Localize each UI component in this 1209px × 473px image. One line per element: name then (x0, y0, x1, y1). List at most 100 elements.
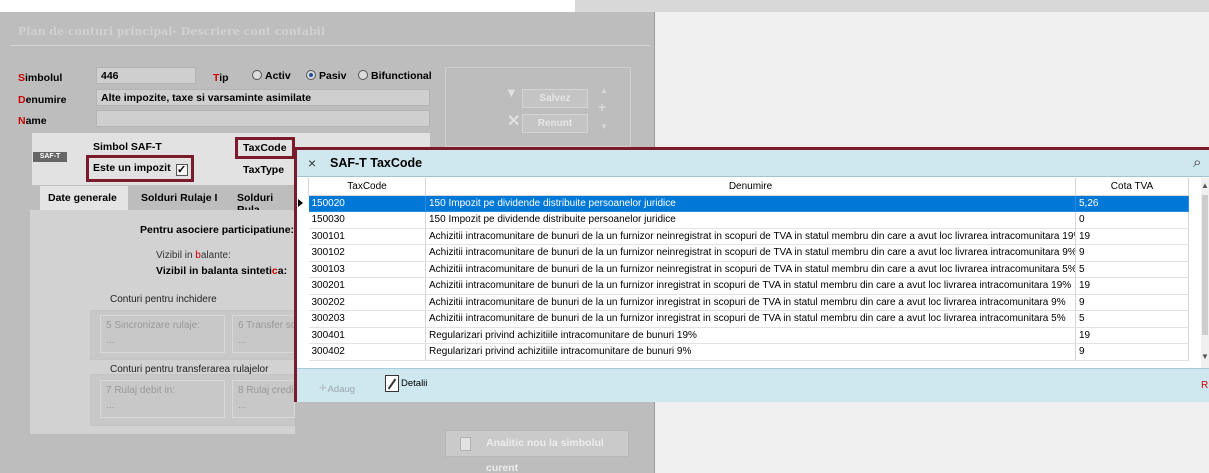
taxcode-grid: TaxCode Denumire Cota TVA 150020 150 Impo… (308, 178, 1203, 368)
dialog-header: × SAF-T TaxCode ⌕ (297, 150, 1209, 177)
col-cota-tva[interactable]: Cota TVA (1075, 178, 1189, 196)
current-row-pointer-icon (298, 199, 303, 207)
vizibil-sintetica-label: Vizibil in balanta sintetica: (156, 265, 288, 277)
adaug-button[interactable]: +Adaug (319, 380, 355, 395)
tab-date-generale[interactable]: Date generale (40, 186, 128, 210)
denumire-input[interactable]: Alte impozite, taxe si varsaminte asimil… (96, 89, 430, 106)
cell-cota: 9 (1075, 244, 1189, 262)
tab-bar: Date generale Solduri Rulaje I Solduri R… (30, 186, 295, 210)
search-icon[interactable]: ⌕ (1193, 154, 1201, 171)
cell-cota: 19 (1075, 277, 1189, 295)
table-row[interactable]: 300101 Achizitii intracomunitare de bunur… (308, 228, 1189, 245)
cell-name: Achizitii intracomunitare de bunuri de l… (425, 244, 1076, 262)
name-label: Name (18, 115, 47, 127)
renunt-button[interactable]: Renunt (522, 114, 588, 133)
table-row[interactable]: 300102 Achizitii intracomunitare de bunur… (308, 244, 1189, 262)
col-taxcode[interactable]: TaxCode (308, 178, 426, 196)
denumire-label: Denumire (18, 94, 67, 106)
plus-icon: + (319, 380, 327, 395)
cell-cota: 5 (1075, 261, 1189, 278)
cancel-icon: ✕ (507, 113, 521, 130)
top-bar (575, 0, 1209, 12)
cell-code: 300402 (308, 343, 426, 361)
scroll-up-icon[interactable]: ▲ (1201, 181, 1209, 190)
este-impozit-checkbox[interactable]: Este un impozit ✓ (93, 162, 188, 176)
table-row[interactable]: 300402 Regularizari privind achizitiile i… (308, 343, 1189, 361)
dialog-title: SAF-T TaxCode (330, 156, 423, 170)
cell-name: Achizitii intracomunitare de bunuri de l… (425, 310, 1076, 328)
cell-code: 300401 (308, 327, 426, 344)
conturi-inchidere-label: Conturi pentru inchidere (110, 294, 217, 305)
vizibil-balante-label: Vizibil in balante: (156, 250, 231, 261)
form-title: Plan de conturi principal- Descriere con… (18, 25, 326, 38)
table-row[interactable]: 300203 Achizitii intracomunitare de bunur… (308, 310, 1189, 328)
transfer-field[interactable]: 6 Transfer sol ... (232, 315, 295, 353)
taxtype-label: TaxType (243, 164, 285, 176)
cell-code: 300202 (308, 294, 426, 311)
salvez-button[interactable]: Salvez (522, 89, 588, 108)
top-strip (0, 0, 1209, 12)
radio-bifunctional-icon (358, 70, 368, 80)
radio-activ[interactable]: Activ (252, 70, 291, 82)
sincronizare-field[interactable]: 5 Sincronizare rulaje: ... (100, 315, 225, 353)
rulaj-debit-field[interactable]: 7 Rulaj debit in: ... (100, 380, 225, 418)
analitic-nou-button[interactable]: Analitic nou la simbolul curent (445, 430, 629, 473)
cell-cota: 19 (1075, 228, 1189, 245)
table-row[interactable]: 150030 150 Impozit pe dividende distribui… (308, 211, 1189, 229)
edit-document-icon (385, 375, 399, 392)
cell-name: Achizitii intracomunitare de bunuri de l… (425, 261, 1076, 278)
scroll-thumb[interactable] (1202, 195, 1208, 335)
cell-code: 300203 (308, 310, 426, 328)
saft-logo: SAF-T (33, 152, 67, 162)
cell-cota: 9 (1075, 294, 1189, 311)
footer-right-link[interactable]: R (1201, 380, 1209, 392)
table-row[interactable]: 300103 Achizitii intracomunitare de bunur… (308, 261, 1189, 278)
plus-icon: + (598, 99, 607, 115)
radio-pasiv-icon (306, 70, 316, 80)
table-row[interactable]: 150020 150 Impozit pe dividende distribui… (308, 195, 1189, 212)
cell-name: Regularizari privind achizitiile intraco… (425, 343, 1076, 361)
radio-pasiv[interactable]: Pasiv (306, 70, 346, 82)
cell-code: 300201 (308, 277, 426, 295)
cell-cota: 5 (1075, 310, 1189, 328)
cell-name: Achizitii intracomunitare de bunuri de l… (425, 294, 1076, 311)
radio-activ-icon (252, 70, 262, 80)
table-row[interactable]: 300202 Achizitii intracomunitare de bunur… (308, 294, 1189, 311)
col-denumire[interactable]: Denumire (425, 178, 1076, 196)
simbol-label: Simbolul (18, 72, 63, 84)
cell-code: 300101 (308, 228, 426, 245)
taxcode-label: TaxCode (243, 142, 287, 154)
cell-code: 300103 (308, 261, 426, 278)
close-icon[interactable]: × (308, 155, 316, 171)
table-row[interactable]: 300201 Achizitii intracomunitare de bunur… (308, 277, 1189, 295)
cell-name: 150 Impozit pe dividende distribuite per… (425, 211, 1076, 229)
radio-bifunctional[interactable]: Bifunctional (358, 70, 432, 82)
taxcode-dialog: × SAF-T TaxCode ⌕ TaxCode Denumire Cota … (294, 147, 1209, 402)
cell-code: 150020 (308, 195, 426, 212)
cell-name: Regularizari privind achizitiile intraco… (425, 327, 1076, 344)
tab-solduri-rulaje-1[interactable]: Solduri Rulaje I (133, 186, 226, 210)
table-header: TaxCode Denumire Cota TVA (308, 178, 1189, 196)
vertical-scrollbar[interactable]: ▲ ▼ (1201, 178, 1209, 368)
cell-code: 150030 (308, 211, 426, 229)
chevron-up-icon: ▲ (600, 86, 608, 95)
page-icon (460, 437, 471, 451)
detalii-button[interactable]: Detalii (385, 375, 427, 392)
cell-cota: 19 (1075, 327, 1189, 344)
tab-solduri-rulaje-2[interactable]: Solduri Rula (229, 186, 299, 210)
dialog-footer: +Adaug Detalii R (297, 368, 1209, 402)
cell-name: Achizitii intracomunitare de bunuri de l… (425, 277, 1076, 295)
save-icon: ▼ (505, 85, 518, 100)
name-input[interactable] (96, 110, 430, 127)
simbol-saft-label: Simbol SAF-T (93, 141, 162, 153)
table-row[interactable]: 300401 Regularizari privind achizitiile i… (308, 327, 1189, 344)
taxcode-table: TaxCode Denumire Cota TVA 150020 150 Impo… (308, 178, 1189, 361)
chevron-down-icon: ▼ (600, 122, 608, 131)
simbol-input[interactable]: 446 (96, 67, 196, 84)
rulaj-credit-field[interactable]: 8 Rulaj credit ... (232, 380, 295, 418)
scroll-down-icon[interactable]: ▼ (1201, 352, 1209, 361)
checkbox-check-icon: ✓ (175, 164, 188, 176)
cell-cota: 9 (1075, 343, 1189, 361)
tip-label: Tip (213, 72, 229, 84)
cell-cota: 5,26 (1075, 195, 1189, 212)
